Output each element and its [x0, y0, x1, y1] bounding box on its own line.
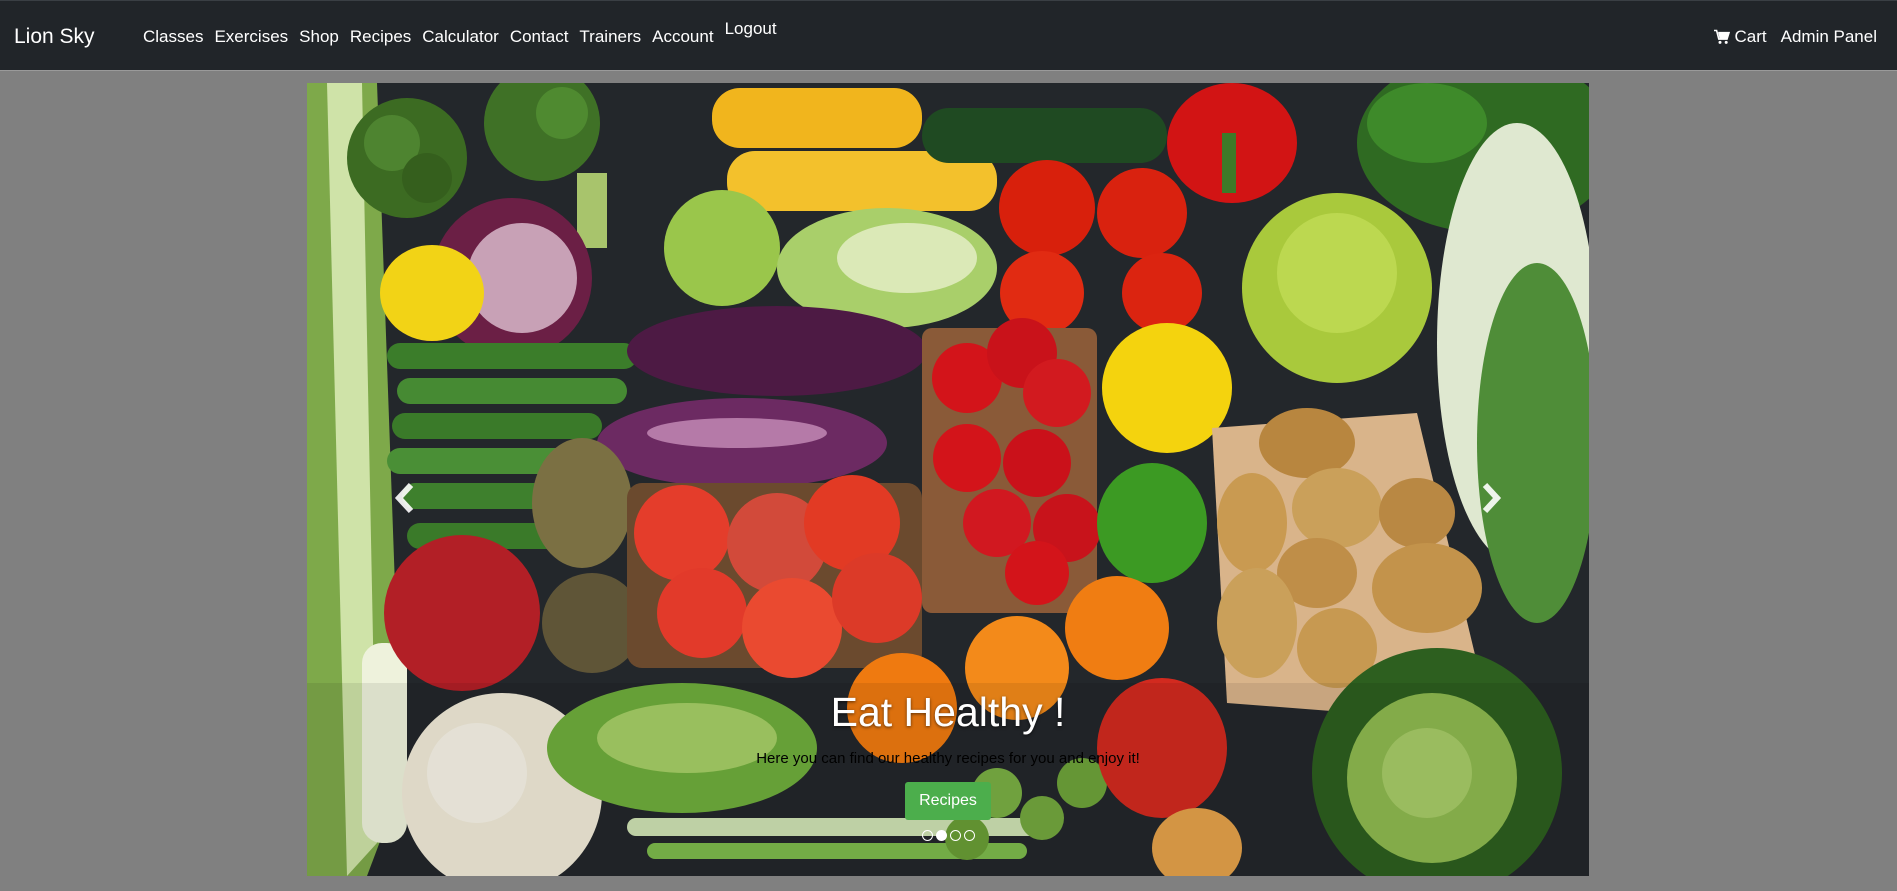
chevron-left-icon	[394, 482, 414, 514]
cart-label: Cart	[1734, 27, 1767, 46]
carousel-indicator-3[interactable]	[950, 830, 961, 841]
chevron-right-icon	[1482, 482, 1502, 514]
carousel-indicators	[922, 830, 975, 841]
carousel-caption-text: Here you can find our healthy recipes fo…	[756, 750, 1140, 767]
carousel-caption-title: Eat Healthy !	[830, 689, 1066, 735]
navbar: Lion Sky Classes Exercises Shop Recipes …	[0, 0, 1897, 71]
nav-link-recipes[interactable]: Recipes	[350, 27, 411, 47]
nav-link-calculator[interactable]: Calculator	[422, 27, 499, 47]
nav-link-exercises[interactable]: Exercises	[214, 27, 288, 47]
carousel-next-button[interactable]	[1471, 468, 1511, 528]
admin-panel-link[interactable]: Admin Panel	[1781, 27, 1877, 47]
nav-link-account[interactable]: Account	[652, 27, 713, 47]
carousel-indicator-4[interactable]	[964, 830, 975, 841]
nav-link-trainers[interactable]: Trainers	[579, 27, 641, 47]
brand-link[interactable]: Lion Sky	[14, 25, 95, 49]
hero-carousel: Eat Healthy ! Here you can find our heal…	[307, 83, 1589, 876]
recipes-button[interactable]: Recipes	[905, 782, 991, 820]
cart-icon	[1714, 29, 1731, 44]
nav-link-classes[interactable]: Classes	[143, 27, 203, 47]
carousel-prev-button[interactable]	[385, 468, 425, 528]
carousel-indicator-2[interactable]	[936, 830, 947, 841]
logout-button[interactable]: Logout	[725, 19, 777, 39]
carousel-indicator-1[interactable]	[922, 830, 933, 841]
cart-link[interactable]: Cart	[1714, 27, 1767, 47]
nav-links: Classes Exercises Shop Recipes Calculato…	[143, 19, 788, 47]
nav-right: Cart Admin Panel	[1714, 27, 1877, 47]
nav-link-contact[interactable]: Contact	[510, 27, 569, 47]
nav-link-shop[interactable]: Shop	[299, 27, 339, 47]
